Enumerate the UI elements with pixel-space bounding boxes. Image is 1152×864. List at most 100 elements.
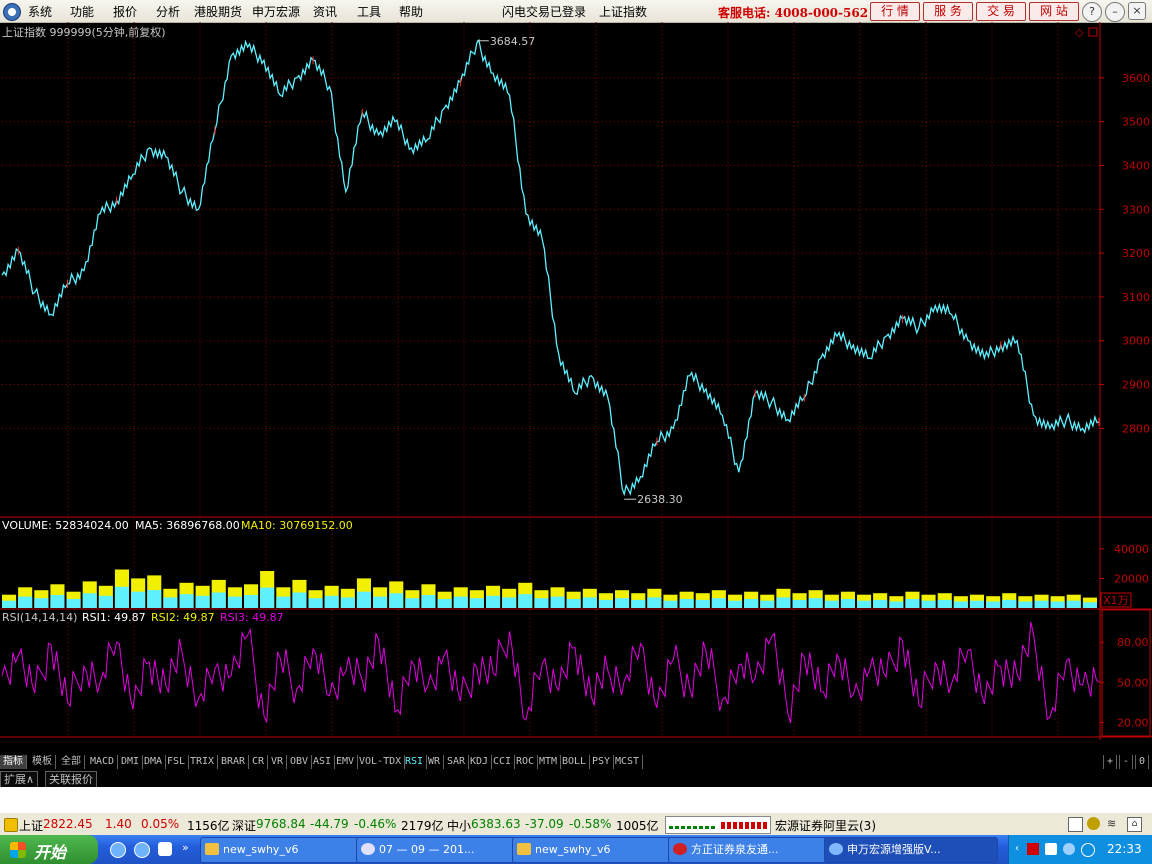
indicator-tab-dma[interactable]: DMA <box>141 755 167 769</box>
app-quicklaunch-icon[interactable] <box>158 842 172 856</box>
system-tray: ‹ 22:33 <box>1008 835 1152 864</box>
indicator-tab-指标[interactable]: 指标 <box>0 755 27 769</box>
indicator-tab-boll[interactable]: BOLL <box>559 755 591 769</box>
folder-icon <box>205 843 219 855</box>
indicator-tab-obv[interactable]: OBV <box>287 755 313 769</box>
indicator-tab-psy[interactable]: PSY <box>589 755 615 769</box>
volume-bar-cyan <box>840 599 855 608</box>
tray-app-icon[interactable] <box>1045 843 1057 855</box>
website-button[interactable]: 网 站 <box>1029 2 1079 21</box>
menu-help[interactable]: 帮助 <box>399 3 423 20</box>
indicator-tab-vr[interactable]: VR <box>268 755 288 769</box>
indicator-tab-vol-tdx[interactable]: VOL-TDX <box>356 755 406 769</box>
ie-icon[interactable] <box>110 842 126 858</box>
volume-bar-cyan <box>631 599 646 608</box>
volume-bar-cyan <box>34 598 49 608</box>
indicator-tab-rsi[interactable]: RSI <box>402 755 428 769</box>
indicator-tab-macd[interactable]: MACD <box>87 755 119 769</box>
indicator-tab-asi[interactable]: ASI <box>310 755 336 769</box>
task-folder-1[interactable]: new_swhy_v6 <box>200 837 374 863</box>
menu-swhy[interactable]: 申万宏源 <box>252 3 300 20</box>
tray-shield-icon[interactable] <box>1081 843 1095 857</box>
indicator-tab-mcst[interactable]: MCST <box>612 755 644 769</box>
indicator-tab-sar[interactable]: SAR <box>444 755 470 769</box>
service-button[interactable]: 服 务 <box>923 2 973 21</box>
empty-panel <box>0 787 1152 813</box>
indicator-tab-kdj[interactable]: KDJ <box>467 755 493 769</box>
indicator-tab-mtm[interactable]: MTM <box>536 755 562 769</box>
alert-icon[interactable] <box>1087 817 1100 830</box>
zx-value: 6383.63 <box>471 817 521 831</box>
menu-hk-futures[interactable]: 港股期货 <box>194 3 242 20</box>
menu-news[interactable]: 资讯 <box>313 3 337 20</box>
volume-bar-cyan <box>244 595 259 608</box>
window-icon[interactable] <box>1068 817 1083 832</box>
task-founder[interactable]: 方正证券泉友通... <box>668 837 842 863</box>
task-label: new_swhy_v6 <box>223 843 299 856</box>
volume-bar-cyan <box>1050 601 1065 608</box>
chart-svg: 2800 2900 3000 3100 3200 3300 3400 3500 3600 上证指数… <box>0 22 1152 740</box>
task-folder-2[interactable]: new_swhy_v6 <box>512 837 686 863</box>
indicator-tab-cr[interactable]: CR <box>249 755 269 769</box>
tray-flag-icon[interactable] <box>1027 843 1039 855</box>
volume-bar-cyan <box>663 600 678 608</box>
volume-bar-cyan <box>308 598 323 608</box>
price-panel-title: 上证指数 999999(5分钟,前复权) <box>2 25 166 39</box>
indicator-tab-wr[interactable]: WR <box>425 755 445 769</box>
volume-bar-cyan <box>502 597 517 608</box>
volume-bar-cyan <box>340 597 355 608</box>
volume-bar-cyan <box>518 594 533 608</box>
task-swhy[interactable]: 申万宏源增强版V... <box>824 837 998 863</box>
app-logo-icon[interactable] <box>3 3 21 21</box>
lock-icon[interactable]: ⌂ <box>1127 817 1142 832</box>
sub-tab-bar: 扩展∧ 关联报价 <box>0 770 1152 788</box>
minimize-icon[interactable]: – <box>1105 2 1125 22</box>
menu-tools[interactable]: 工具 <box>357 3 381 20</box>
indicator-tab-cci[interactable]: CCI <box>490 755 516 769</box>
close-icon[interactable]: × <box>1128 2 1146 20</box>
volume-bar-cyan <box>566 599 581 608</box>
chevron-left-icon[interactable]: ‹ <box>1015 843 1019 854</box>
help-icon[interactable]: ? <box>1082 2 1102 22</box>
rsi-label: RSI(14,14,14) <box>2 611 77 624</box>
sh-percent: 0.05% <box>141 817 180 831</box>
volume-bar-cyan <box>469 598 484 608</box>
scale-control-1[interactable]: - <box>1119 755 1134 769</box>
volume-bar-cyan <box>647 597 662 608</box>
volume-bar-cyan <box>550 596 565 608</box>
scale-control-2[interactable]: 0 <box>1135 755 1150 769</box>
scale-control-0[interactable]: + <box>1103 755 1118 769</box>
chevron-right-icon[interactable]: » <box>182 841 189 854</box>
indicator-tab-dmi[interactable]: DMI <box>118 755 144 769</box>
price-extreme-label: 2638.30 <box>637 493 683 506</box>
volume-bar-cyan <box>276 596 291 608</box>
menu-analysis[interactable]: 分析 <box>156 3 180 20</box>
browser-icon[interactable] <box>134 842 150 858</box>
chart-area: 2800 2900 3000 3100 3200 3300 3400 3500 3600 上证指数… <box>0 22 1152 740</box>
volume-bar-cyan <box>195 595 210 608</box>
indicator-tab-roc[interactable]: ROC <box>513 755 539 769</box>
menu-system[interactable]: 系统 <box>28 3 52 20</box>
quote-button[interactable]: 行 情 <box>870 2 920 21</box>
indicator-tab-trix[interactable]: TRIX <box>187 755 219 769</box>
task-calendar[interactable]: 07 — 09 — 201... <box>356 837 530 863</box>
volume-bar-cyan <box>776 597 791 608</box>
menu-function[interactable]: 功能 <box>70 3 94 20</box>
indicator-tab-emv[interactable]: EMV <box>333 755 359 769</box>
start-button[interactable]: 开始 <box>0 835 98 864</box>
task-label: 申万宏源增强版V... <box>847 843 941 856</box>
related-quote-tab[interactable]: 关联报价 <box>45 771 97 788</box>
price-extreme-label: 3684.57 <box>490 35 536 48</box>
indicator-tab-brar[interactable]: BRAR <box>218 755 250 769</box>
volume-bar-cyan <box>227 596 242 608</box>
tray-network-icon[interactable] <box>1063 843 1075 855</box>
folder-icon <box>517 843 531 855</box>
expand-tab[interactable]: 扩展∧ <box>0 771 39 788</box>
trade-button[interactable]: 交 易 <box>976 2 1026 21</box>
volume-ma10-label: MA10: 30769152.00 <box>241 519 353 532</box>
menu-quote[interactable]: 报价 <box>113 3 137 20</box>
indicator-tab-fsl[interactable]: FSL <box>164 755 190 769</box>
indicator-tab-模板[interactable]: 模板 <box>29 755 56 769</box>
server-name[interactable]: 宏源证券阿里云(3) <box>775 817 876 834</box>
indicator-tab-全部[interactable]: 全部 <box>58 755 85 769</box>
